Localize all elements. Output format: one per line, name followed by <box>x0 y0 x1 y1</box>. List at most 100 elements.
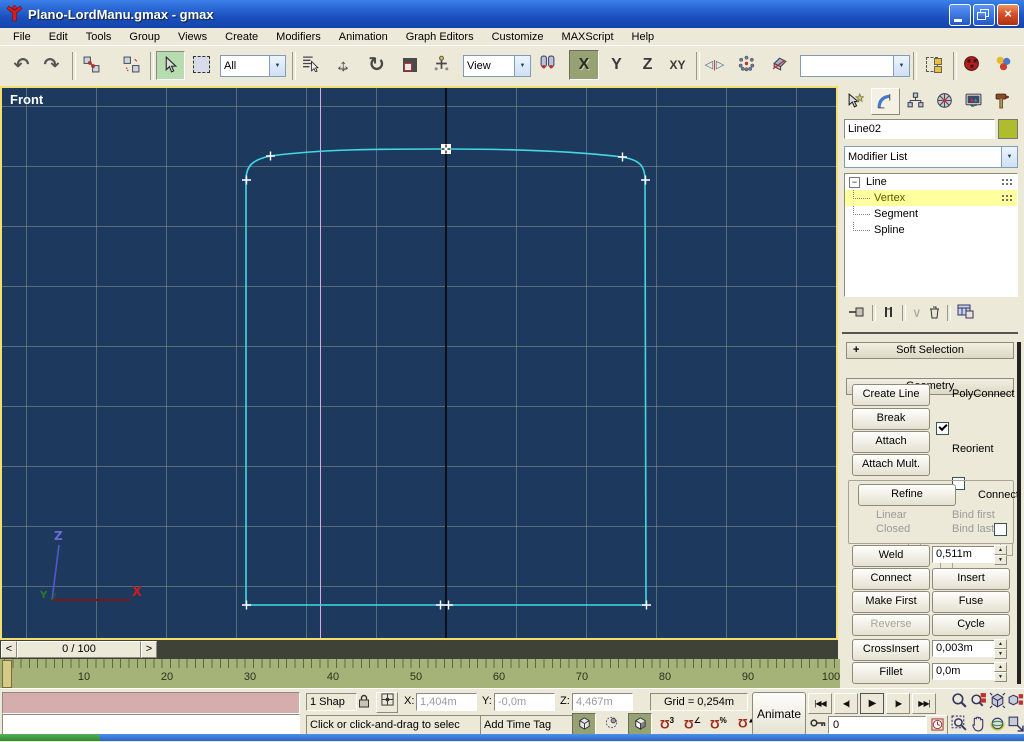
time-slider-handle[interactable]: 0 / 100 <box>17 641 141 658</box>
percent-snap-magnet-icon[interactable]: Ω% <box>710 716 727 731</box>
menu-create[interactable]: Create <box>216 31 267 43</box>
connect-checkbox[interactable] <box>994 523 1007 536</box>
z-coord-field[interactable]: 4,467m <box>572 693 633 711</box>
add-time-tag[interactable]: Add Time Tag <box>480 715 573 735</box>
next-frame-button[interactable]: |▶ <box>886 693 910 714</box>
frame-forward-button[interactable]: > <box>141 641 157 658</box>
pan-button[interactable] <box>969 714 987 735</box>
go-to-start-button[interactable]: |◀◀ <box>808 693 832 714</box>
menu-group[interactable]: Group <box>120 31 169 43</box>
restore-button[interactable] <box>973 4 995 26</box>
menu-graph-editors[interactable]: Graph Editors <box>397 31 483 43</box>
vertex-ticks-icon[interactable] <box>1001 194 1013 202</box>
menu-animation[interactable]: Animation <box>330 31 397 43</box>
create-line-button[interactable]: Create Line <box>852 384 930 406</box>
polyconnect-checkbox[interactable] <box>936 422 949 435</box>
viewport-front[interactable]: X Z Y Front <box>0 86 838 640</box>
link-button[interactable] <box>78 52 105 79</box>
viewport-label[interactable]: Front <box>10 92 43 107</box>
select-by-name-button[interactable] <box>297 51 324 78</box>
weld-spinner[interactable]: ▲▼ <box>994 545 1007 564</box>
track-slider-handle[interactable] <box>2 660 12 688</box>
tab-modify[interactable] <box>871 88 900 115</box>
make-unique-icon[interactable]: ∨ <box>912 305 922 321</box>
named-selection-sets-button[interactable] <box>920 51 947 78</box>
select-region-button[interactable] <box>188 51 215 78</box>
break-button[interactable]: Break <box>852 408 930 430</box>
configure-modifier-sets-icon[interactable] <box>957 304 974 322</box>
stack-item-line[interactable]: − Line <box>845 174 1017 190</box>
redo-button[interactable]: ↷ <box>38 52 65 79</box>
insert-button[interactable]: Insert <box>932 568 1010 590</box>
restrict-y-button[interactable]: Y <box>603 51 630 78</box>
rollout-scrollbar[interactable] <box>1017 342 1021 684</box>
menu-views[interactable]: Views <box>169 31 216 43</box>
prev-frame-button[interactable]: ◀| <box>834 693 858 714</box>
restrict-x-button[interactable]: X <box>569 50 599 80</box>
zoom-extents-all-button[interactable] <box>1006 691 1024 712</box>
collapse-box-icon[interactable]: − <box>849 177 860 188</box>
menu-help[interactable]: Help <box>623 31 664 43</box>
zoom-extents-button[interactable] <box>988 691 1006 712</box>
tab-utilities[interactable] <box>989 88 1016 113</box>
select-and-move-button[interactable]: ↔ ↕ <box>330 51 357 78</box>
use-center-button[interactable] <box>534 51 561 78</box>
show-end-result-icon[interactable] <box>882 305 896 322</box>
stack-item-segment[interactable]: Segment <box>845 206 1017 222</box>
animate-button[interactable]: Animate <box>752 692 806 736</box>
menu-file[interactable]: File <box>4 31 40 43</box>
select-and-manipulate-button[interactable] <box>428 51 455 78</box>
angle-snap-magnet-icon[interactable]: Ω∠ <box>684 716 701 731</box>
crossinsert-value-field[interactable]: 0,003m <box>932 640 995 657</box>
dropdown-arrow-icon[interactable]: ▼ <box>514 56 530 76</box>
fuse-button[interactable]: Fuse <box>932 591 1010 613</box>
rollout-soft-selection[interactable]: + Soft Selection <box>846 342 1014 359</box>
fillet-value-field[interactable]: 0,0m <box>932 663 995 680</box>
zoom-button[interactable] <box>950 691 968 712</box>
crossinsert-button[interactable]: CrossInsert <box>852 639 930 661</box>
connect-button[interactable]: Connect <box>852 568 930 590</box>
attach-button[interactable]: Attach <box>852 431 930 453</box>
region-zoom-button[interactable] <box>950 714 968 735</box>
fillet-spinner[interactable]: ▲▼ <box>994 662 1007 681</box>
dropdown-arrow-icon[interactable]: ▼ <box>893 56 909 76</box>
dropdown-arrow-icon[interactable]: ▼ <box>269 56 285 76</box>
object-color-swatch[interactable] <box>998 119 1018 139</box>
undo-button[interactable]: ↶ <box>8 52 35 79</box>
menu-edit[interactable]: Edit <box>40 31 77 43</box>
weld-button[interactable]: Weld <box>852 545 930 567</box>
select-and-rotate-button[interactable]: ↻ <box>363 51 390 78</box>
play-button[interactable]: ▶ <box>860 693 884 714</box>
vertex-ticks-icon[interactable] <box>1001 178 1013 186</box>
pin-stack-icon[interactable] <box>848 305 866 322</box>
close-button[interactable]: × <box>997 4 1019 26</box>
minimize-button[interactable] <box>949 4 971 26</box>
track-bar[interactable]: 10 20 30 40 50 60 70 80 90 100 <box>0 659 840 688</box>
cycle-button[interactable]: Cycle <box>932 614 1010 636</box>
tab-motion[interactable] <box>931 88 958 113</box>
dropdown-arrow-icon[interactable]: ▼ <box>1001 147 1017 167</box>
stack-item-vertex[interactable]: Vertex <box>845 190 1017 206</box>
attach-mult-button[interactable]: Attach Mult. <box>852 454 930 476</box>
select-object-button[interactable] <box>156 51 185 80</box>
unlink-button[interactable] <box>118 52 145 79</box>
x-coord-field[interactable]: 1,404m <box>416 693 477 711</box>
start-button[interactable] <box>0 734 100 741</box>
render-button[interactable] <box>958 51 985 78</box>
y-coord-field[interactable]: -0,0m <box>494 693 555 711</box>
remove-modifier-icon[interactable] <box>928 305 941 322</box>
current-frame-field[interactable]: 0 <box>828 716 926 734</box>
selection-filter-dropdown[interactable]: All▼ <box>220 55 286 77</box>
object-name-field[interactable] <box>844 119 995 139</box>
refine-button[interactable]: Refine <box>858 484 956 506</box>
min-max-toggle-button[interactable] <box>1006 714 1024 735</box>
go-to-end-button[interactable]: ▶▶| <box>912 693 936 714</box>
stack-item-spline[interactable]: Spline <box>845 222 1017 238</box>
maxscript-listener-pink[interactable] <box>2 692 300 714</box>
menu-tools[interactable]: Tools <box>77 31 121 43</box>
arc-rotate-button[interactable] <box>988 714 1006 735</box>
menu-customize[interactable]: Customize <box>483 31 553 43</box>
named-selection-dropdown[interactable]: ▼ <box>800 55 910 77</box>
zoom-all-button[interactable] <box>969 691 987 712</box>
crossinsert-spinner[interactable]: ▲▼ <box>994 639 1007 658</box>
